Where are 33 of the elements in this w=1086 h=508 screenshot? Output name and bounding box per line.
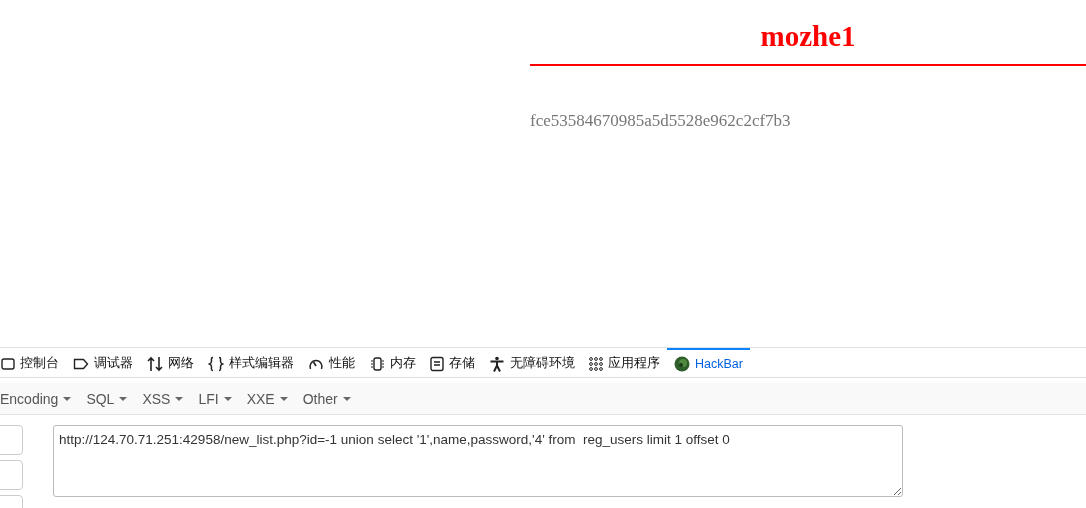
devtools-tab[interactable]: 调试器 [66, 348, 140, 377]
menu-dropdown[interactable]: SQL [86, 390, 135, 407]
tag-icon [73, 356, 89, 371]
storage-icon [430, 355, 444, 372]
menu-dropdown[interactable]: XSS [142, 390, 191, 407]
chip-icon [369, 355, 385, 372]
caret-icon [223, 396, 232, 401]
devtools-tab[interactable]: 无障碍环境 [482, 348, 582, 377]
menu-dropdown[interactable]: LFI [198, 390, 239, 407]
caret-icon [342, 396, 351, 401]
up-down-arrows-icon [147, 355, 163, 372]
person-icon [489, 355, 505, 372]
console-icon [1, 356, 15, 371]
devtools-tab[interactable]: 应用程序 [582, 348, 667, 377]
menu-dropdown[interactable]: XXE [246, 390, 295, 407]
devtools-tab[interactable]: 控制台 [0, 348, 66, 377]
caret-icon [175, 396, 184, 401]
caret-icon [279, 396, 288, 401]
braces-icon [208, 355, 224, 372]
devtools-tab[interactable]: 样式编辑器 [201, 348, 301, 377]
menu-dropdown[interactable]: Other [302, 390, 358, 407]
hash-text: fce53584670985a5d5528e962c2cf7b3 [530, 111, 792, 131]
menu-dropdown[interactable]: Encoding [0, 390, 79, 407]
devtools-tab[interactable]: 存储 [423, 348, 482, 377]
caret-icon [63, 396, 72, 401]
url-field[interactable]: http://124.70.71.251:42958/new_list.php?id=-1 union select '1',name,password,'4' from reg_users limit 1 offset 0 [53, 425, 903, 497]
devtools-tab[interactable]: 性能 [301, 348, 362, 377]
devtools-tab[interactable]: 内存 [362, 348, 423, 377]
grid-icon [589, 356, 603, 371]
caret-icon [119, 396, 128, 401]
page-heading: mozhe1 [760, 19, 856, 54]
devtools-tab[interactable]: 网络 [140, 348, 201, 377]
hackbar-logo-icon [674, 355, 690, 372]
